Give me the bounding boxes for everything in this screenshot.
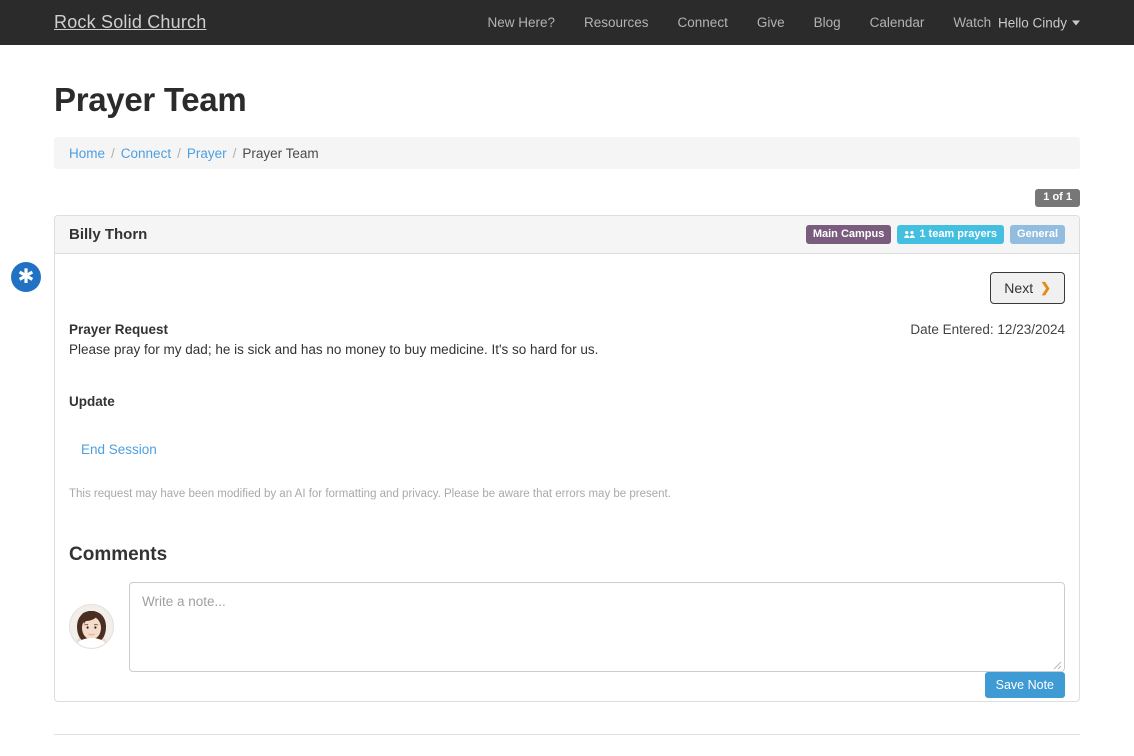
ai-disclaimer-text: This request may have been modified by a…	[69, 487, 671, 500]
counter-row: 1 of 1	[54, 189, 1080, 207]
site-brand-link[interactable]: Rock Solid Church	[54, 12, 206, 33]
panel-badges: Main Campus 1 team prayers General	[805, 225, 1065, 244]
panel-heading: Billy Thorn Main Campus 1 team prayers G…	[55, 216, 1079, 254]
badge-team-prayers: 1 team prayers	[897, 225, 1005, 244]
user-avatar	[69, 603, 114, 649]
update-label: Update	[69, 393, 115, 409]
breadcrumb-item-prayer[interactable]: Prayer	[187, 146, 227, 161]
prayer-request-panel: Billy Thorn Main Campus 1 team prayers G…	[11, 215, 1080, 702]
user-menu-label: Hello Cindy	[997, 15, 1067, 30]
group-icon	[904, 230, 916, 238]
comments-heading: Comments	[69, 543, 168, 565]
breadcrumb-item-connect[interactable]: Connect	[121, 146, 171, 161]
avatar-photo	[70, 604, 113, 648]
breadcrumb: Home / Connect / Prayer / Prayer Team	[54, 137, 1080, 169]
badge-category: General	[1010, 225, 1065, 244]
save-note-button[interactable]: Save Note	[984, 671, 1065, 698]
panel-body: ✱ Next ❯ Prayer Request Date Entered: 12…	[11, 254, 1079, 701]
breadcrumb-item-current: Prayer Team	[242, 145, 319, 161]
requester-name: Billy Thorn	[69, 226, 148, 243]
nav-item-new-here[interactable]: New Here?	[487, 15, 555, 30]
breadcrumb-separator: /	[232, 145, 237, 161]
main-nav-links: New Here? Resources Connect Give Blog Ca…	[487, 15, 991, 30]
note-area: Save Note	[129, 581, 1065, 698]
record-counter-badge: 1 of 1	[1035, 189, 1080, 207]
badge-campus: Main Campus	[805, 225, 892, 244]
nav-item-connect[interactable]: Connect	[678, 15, 728, 30]
nav-item-watch[interactable]: Watch	[953, 15, 991, 30]
page-container: Prayer Team Home / Connect / Prayer / Pr…	[0, 81, 1134, 702]
badge-team-prayers-label: 1 team prayers	[919, 228, 998, 241]
page-footer: Powered by: Rock RMS 3120 W Cholla St Ph…	[54, 733, 1080, 756]
next-button[interactable]: Next ❯	[990, 272, 1065, 304]
prayer-request-text: Please pray for my dad; he is sick and h…	[69, 342, 599, 357]
date-entered-label: Date Entered: 12/23/2024	[910, 322, 1065, 337]
top-navigation-bar: Rock Solid Church New Here? Resources Co…	[0, 0, 1134, 45]
breadcrumb-separator: /	[177, 145, 181, 161]
next-button-label: Next	[1004, 280, 1034, 296]
end-session-row: End Session	[69, 441, 1065, 459]
next-button-row: Next ❯	[69, 272, 1065, 304]
comment-composer: Save Note	[69, 581, 1065, 698]
prayer-request-label: Prayer Request	[69, 322, 169, 337]
breadcrumb-item-home[interactable]: Home	[69, 146, 105, 161]
nav-item-calendar[interactable]: Calendar	[870, 15, 925, 30]
nav-item-give[interactable]: Give	[757, 15, 785, 30]
nav-item-blog[interactable]: Blog	[814, 15, 841, 30]
breadcrumb-separator: /	[111, 145, 115, 161]
prayer-request-header: Prayer Request Date Entered: 12/23/2024	[69, 322, 1065, 337]
end-session-link[interactable]: End Session	[81, 442, 157, 457]
note-input[interactable]	[129, 581, 1065, 672]
chevron-down-icon	[1072, 20, 1080, 25]
update-section: Update	[69, 393, 1065, 411]
chevron-right-icon: ❯	[1040, 280, 1051, 295]
nav-item-resources[interactable]: Resources	[584, 15, 649, 30]
user-menu-button[interactable]: Hello Cindy	[998, 15, 1080, 30]
page-title: Prayer Team	[54, 81, 247, 118]
asterisk-icon[interactable]: ✱	[11, 262, 41, 292]
